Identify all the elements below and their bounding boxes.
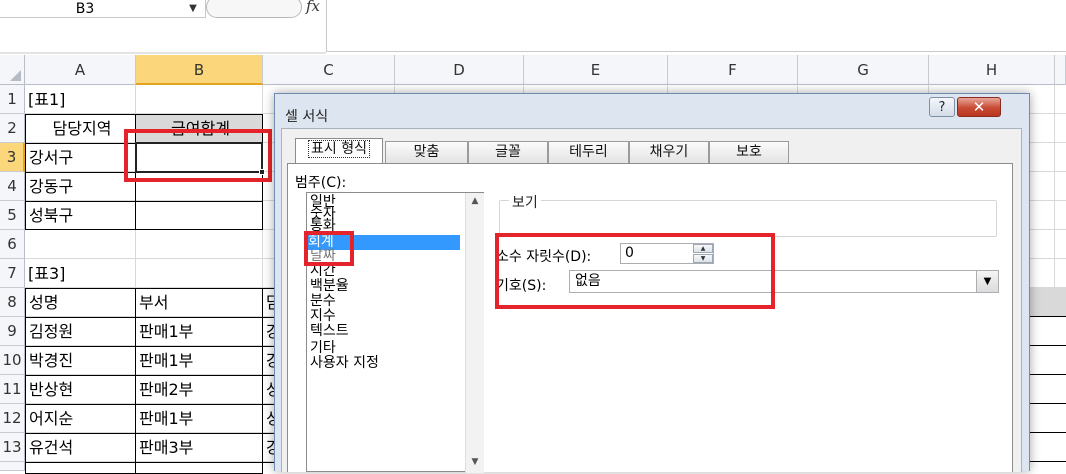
cell-a3[interactable]: 강서구 [25,143,136,173]
select-all-corner[interactable] [0,55,25,85]
column-header-a[interactable]: A [25,55,136,85]
category-item-fraction[interactable]: 분수 [310,294,460,309]
formula-input[interactable] [326,0,1066,52]
category-scrollbar[interactable]: ▲ ▼ [465,193,484,473]
category-item-time[interactable]: 시간 [310,264,460,279]
scroll-down-icon[interactable]: ▼ [468,457,482,467]
formula-bar-buttons[interactable] [206,0,302,18]
cell-b8[interactable]: 부서 [135,288,263,318]
scroll-up-icon[interactable]: ▲ [468,196,482,206]
cell-a11[interactable]: 반상현 [25,375,136,405]
table-right-header [1029,288,1066,317]
row-header-9[interactable]: 9 [0,317,25,346]
column-header-h[interactable]: H [929,55,1055,85]
column-header-f[interactable]: F [668,55,798,85]
dialog-title: 셀 서식 [285,109,329,125]
row-header-2[interactable]: 2 [0,114,25,143]
category-item-scientific[interactable]: 지수 [310,309,460,324]
row-header-3[interactable]: 3 [0,143,25,172]
cell-b5[interactable] [135,201,263,230]
select-all-triangle-icon [10,70,21,81]
column-header-next[interactable] [1055,55,1066,85]
column-header-b[interactable]: B [136,55,263,85]
row-header-8[interactable]: 8 [0,288,25,317]
cell-b13[interactable]: 판매3부 [135,433,263,463]
help-icon[interactable]: ? [929,97,955,117]
name-box[interactable]: B3 ▼ [0,0,206,18]
cell-b10[interactable]: 판매1부 [135,346,263,376]
category-item-special[interactable]: 기타 [310,341,460,356]
cell-b9[interactable]: 판매1부 [135,317,263,347]
tab-protection[interactable]: 보호 [709,141,789,163]
name-box-value: B3 [75,1,95,17]
cell-b14[interactable] [135,462,263,474]
cell-a14[interactable] [25,462,136,474]
row-header-14[interactable] [0,462,25,471]
category-item-custom[interactable]: 사용자 지정 [310,356,460,371]
cell-a13[interactable]: 유건석 [25,433,136,463]
tab-border[interactable]: 테두리 [548,141,629,163]
row-header-7[interactable]: 7 [0,259,25,288]
row-header-11[interactable]: 11 [0,375,25,404]
cell-a10[interactable]: 박경진 [25,346,136,376]
cell-a1[interactable]: [표1] [25,85,136,114]
cell-a2[interactable]: 담당지역 [25,114,136,144]
row-header-1[interactable]: 1 [0,85,25,114]
cell-a4[interactable]: 강동구 [25,172,136,202]
row-header-5[interactable]: 5 [0,201,25,230]
tab-number[interactable]: 표시 형식 [295,138,383,164]
tab-alignment[interactable]: 맞춤 [385,141,468,163]
cell-a5[interactable]: 성북구 [25,201,136,230]
cell-a9[interactable]: 김정원 [25,317,136,347]
highlight-box-options [495,233,775,309]
highlight-box-b3 [124,129,272,182]
sample-preview-box [499,200,997,237]
row-header-4[interactable]: 4 [0,172,25,201]
category-label: 범주(C): [295,175,347,191]
category-item-percentage[interactable]: 백분율 [310,279,460,294]
tab-number-label: 표시 형식 [308,140,370,158]
cell-a7[interactable]: [표3] [25,259,136,288]
insert-function-icon[interactable]: fx [298,0,328,17]
column-header-g[interactable]: G [798,55,929,85]
tab-font[interactable]: 글꼴 [468,141,548,163]
column-header-e[interactable]: E [524,55,668,85]
tab-fill[interactable]: 채우기 [629,141,709,163]
cell-a8[interactable]: 성명 [25,288,136,318]
chevron-down-icon[interactable]: ▼ [976,271,998,292]
close-icon[interactable]: ✕ [957,97,1001,117]
chevron-down-icon[interactable]: ▼ [186,0,200,18]
row-header-13[interactable]: 13 [0,433,25,462]
row-header-12[interactable]: 12 [0,404,25,433]
cell-b11[interactable]: 판매2부 [135,375,263,405]
column-header-c[interactable]: C [263,55,395,85]
sample-label: 보기 [509,192,541,212]
column-header-d[interactable]: D [395,55,524,85]
category-item-text[interactable]: 텍스트 [310,324,460,339]
cell-a12[interactable]: 어지순 [25,404,136,434]
format-cells-dialog: 셀 서식 ? ✕ 표시 형식 맞춤 글꼴 테두리 채우기 보호 범주(C): 일… [274,93,1030,473]
formula-bar-divider [0,52,326,54]
highlight-box-accounting [304,231,354,266]
cell-b12[interactable]: 판매1부 [135,404,263,434]
row-header-6[interactable]: 6 [0,230,25,259]
row-header-10[interactable]: 10 [0,346,25,375]
